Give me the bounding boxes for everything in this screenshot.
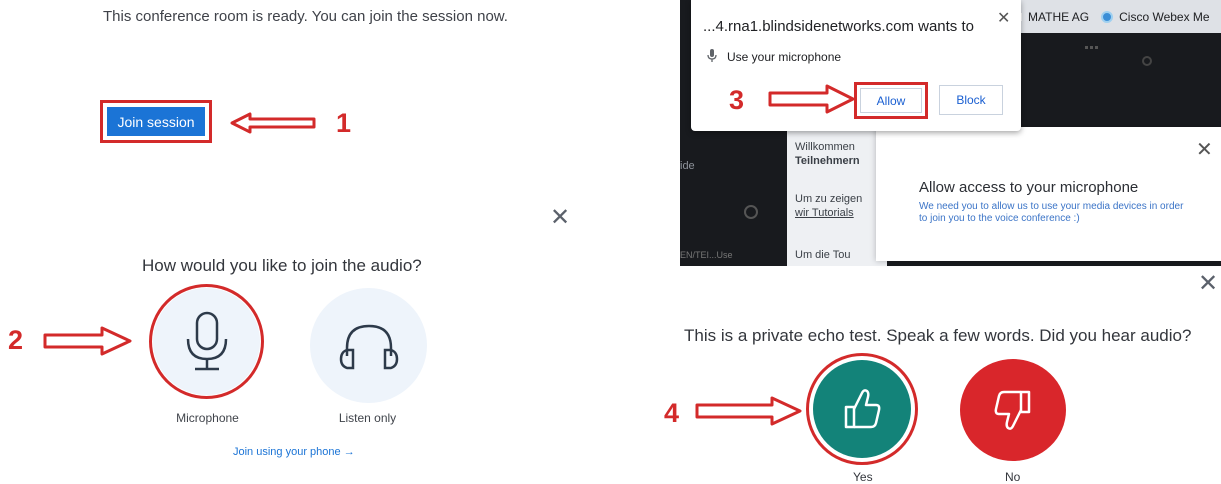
listen-only-label: Listen only — [338, 411, 397, 425]
block-button[interactable]: Block — [939, 85, 1003, 115]
annotation-box-allow: Allow — [854, 82, 928, 119]
mic-permission-text: Use your microphone — [727, 50, 842, 64]
yes-label: Yes — [853, 470, 873, 484]
permission-popup-title: ...4.rna1.blindsidenetworks.com wants to — [703, 18, 974, 35]
headphones-icon — [339, 324, 398, 369]
chat-panel: Willkommen Teilnehmern Um zu zeigen wir … — [787, 130, 887, 266]
chat-line-1: Willkommen — [795, 141, 855, 153]
chat-line-2: Teilnehmern — [795, 155, 860, 167]
gear-icon[interactable] — [744, 205, 758, 219]
microphone-icon — [186, 311, 227, 370]
join-by-phone-link[interactable]: Join using your phone → — [233, 446, 355, 458]
chat-line-5: Um die Tou — [795, 249, 851, 261]
session-ready-text: This conference room is ready. You can j… — [103, 8, 508, 25]
menu-dots-icon[interactable] — [1085, 46, 1098, 52]
annotation-circle-yes — [806, 353, 918, 465]
close-icon[interactable]: ✕ — [1198, 272, 1218, 296]
annotation-arrow-2 — [43, 326, 132, 356]
audio-question: How would you like to join the audio? — [142, 256, 422, 275]
annotation-box-join: Join session — [100, 100, 212, 143]
join-session-button[interactable]: Join session — [107, 107, 205, 136]
no-label: No — [1005, 470, 1021, 484]
close-icon[interactable]: ✕ — [1196, 137, 1213, 162]
access-card-title: Allow access to your microphone — [919, 179, 1139, 196]
chat-line-4: wir Tutorials — [795, 207, 854, 219]
access-card-desc-1: We need you to allow us to use your medi… — [919, 201, 1184, 212]
chat-line-3: Um zu zeigen — [795, 193, 863, 205]
yes-button[interactable] — [813, 360, 911, 458]
side-small-text: EN/TEI...Use — [680, 250, 733, 260]
webex-icon — [1101, 10, 1114, 23]
microphone-option-button[interactable] — [153, 288, 260, 395]
access-card-desc-2: to join you to the voice conference :) — [919, 213, 1080, 224]
annotation-arrow-1 — [230, 112, 316, 134]
microphone-access-card: ✕ Allow access to your microphone We nee… — [876, 127, 1221, 261]
annotation-number-2: 2 — [8, 325, 24, 355]
close-icon[interactable]: ✕ — [997, 8, 1010, 28]
microphone-icon — [707, 49, 717, 62]
annotation-number-3: 3 — [729, 85, 745, 115]
microphone-label: Microphone — [176, 411, 239, 425]
close-icon[interactable]: ✕ — [550, 206, 570, 230]
allow-button[interactable]: Allow — [860, 88, 922, 113]
side-text: ide — [680, 160, 695, 172]
annotation-arrow-3 — [768, 84, 855, 114]
thumbs-down-icon — [994, 390, 1031, 430]
annotation-arrow-4 — [695, 396, 802, 426]
mic-permission-line: Use your microphone — [707, 49, 841, 64]
permission-popup: ...4.rna1.blindsidenetworks.com wants to… — [691, 0, 1021, 131]
listen-only-option-button[interactable] — [310, 288, 427, 403]
tab-mathe-ag[interactable]: MATHE AG — [1028, 10, 1089, 24]
user-icon[interactable] — [1142, 56, 1152, 66]
echo-test-question: This is a private echo test. Speak a few… — [684, 326, 1192, 345]
no-button[interactable] — [960, 359, 1066, 461]
annotation-number-4: 4 — [664, 398, 680, 428]
browser-tab-bar: MATHE AG Cisco Webex Me — [1010, 0, 1221, 33]
annotation-number-1: 1 — [336, 108, 352, 138]
thumbs-up-icon — [844, 389, 881, 429]
tab-cisco-webex[interactable]: Cisco Webex Me — [1119, 10, 1209, 24]
